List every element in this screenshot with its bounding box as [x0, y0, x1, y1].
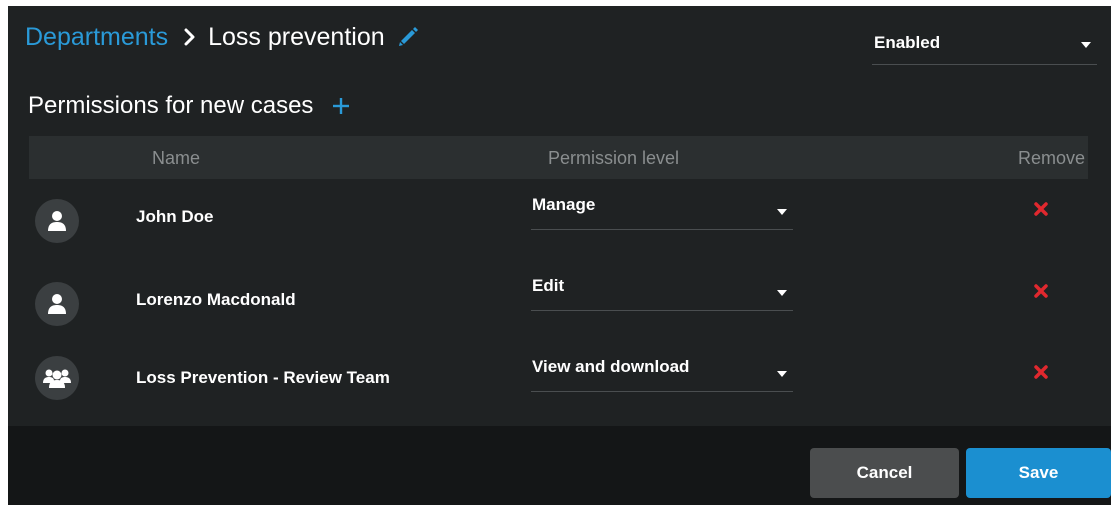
- caret-down-icon: [777, 209, 787, 215]
- user-icon: [35, 199, 79, 243]
- permission-level-value: View and download: [532, 357, 690, 376]
- column-header-name: Name: [152, 148, 201, 168]
- permission-level-dropdown[interactable]: Manage: [531, 189, 793, 230]
- breadcrumb-departments-link[interactable]: Departments: [25, 23, 168, 52]
- status-dropdown[interactable]: Enabled: [872, 28, 1097, 65]
- department-permissions-panel: Departments Loss prevention Enabled Perm…: [8, 6, 1111, 505]
- pencil-icon[interactable]: [397, 26, 419, 48]
- table-row: Loss Prevention - Review Team View and d…: [29, 348, 1088, 426]
- row-name: Lorenzo Macdonald: [136, 290, 296, 309]
- chevron-right-icon: [184, 28, 196, 46]
- table-row: John Doe Manage: [29, 184, 1088, 262]
- permission-level-value: Manage: [532, 195, 596, 214]
- caret-down-icon: [1081, 42, 1091, 48]
- permission-level-dropdown[interactable]: Edit: [531, 270, 793, 311]
- save-button[interactable]: Save: [966, 448, 1111, 498]
- user-icon: [35, 282, 79, 326]
- page-title: Loss prevention: [208, 22, 385, 51]
- group-icon: [35, 356, 79, 400]
- remove-icon[interactable]: [1031, 281, 1051, 301]
- column-header-permission-level: Permission level: [548, 148, 680, 168]
- table-header: Name Permission level Remove: [29, 136, 1088, 179]
- row-name: Loss Prevention - Review Team: [136, 368, 390, 387]
- permission-level-dropdown[interactable]: View and download: [531, 351, 793, 392]
- table-row: Lorenzo Macdonald Edit: [29, 267, 1088, 345]
- section-title: Permissions for new cases: [28, 90, 351, 122]
- remove-icon[interactable]: [1031, 199, 1051, 219]
- breadcrumb: Departments Loss prevention: [25, 20, 419, 54]
- row-name: John Doe: [136, 207, 214, 226]
- remove-icon[interactable]: [1031, 362, 1051, 382]
- permission-level-value: Edit: [532, 276, 565, 295]
- caret-down-icon: [777, 371, 787, 377]
- status-value: Enabled: [874, 33, 941, 52]
- caret-down-icon: [777, 290, 787, 296]
- footer-bar: Cancel Save: [8, 426, 1111, 505]
- column-header-remove: Remove: [1017, 148, 1085, 168]
- add-icon[interactable]: [331, 96, 351, 116]
- cancel-button[interactable]: Cancel: [810, 448, 959, 498]
- section-title-text: Permissions for new cases: [28, 92, 314, 119]
